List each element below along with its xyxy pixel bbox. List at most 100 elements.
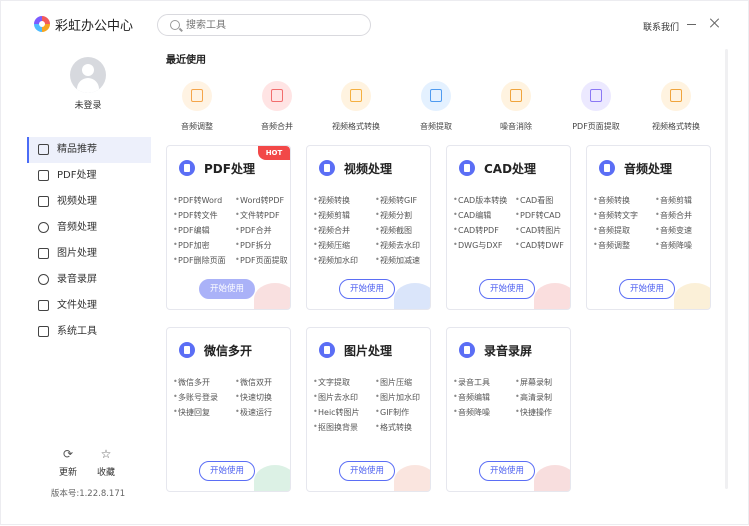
feature-item[interactable]: 视频合并 (313, 225, 350, 236)
feature-item[interactable]: 快捷回复 (173, 407, 210, 418)
recent-item[interactable]: 音频提取 (396, 81, 476, 132)
sidebar-item-video[interactable]: 视频处理 (27, 189, 151, 215)
feature-item[interactable]: 音频转文字 (593, 210, 638, 221)
recent-item[interactable]: PDF页面提取 (556, 81, 636, 132)
sidebar-item-record[interactable]: 录音录屏 (27, 267, 151, 293)
feature-item[interactable]: Heic转图片 (313, 407, 360, 418)
feature-item[interactable]: PDF页面提取 (235, 255, 288, 266)
video-icon (319, 160, 335, 176)
sidebar-item-recommended[interactable]: 精品推荐 (27, 137, 151, 163)
feature-item[interactable]: PDF转文件 (173, 210, 218, 221)
feature-item[interactable]: 抠图换背景 (313, 422, 358, 433)
feature-item[interactable]: 视频截图 (375, 225, 412, 236)
feature-item[interactable]: CAD版本转换 (453, 195, 507, 206)
card-title: 图片处理 (344, 344, 393, 358)
tool-card[interactable]: CAD处理 CAD版本转换 CAD看图 CAD编辑 PDF转CAD CAD转PDF CAD转… (446, 145, 571, 310)
feature-item[interactable]: 高清录制 (515, 392, 552, 403)
tool-card[interactable]: 图片处理文字提取 图片压缩图片去水印 图片加水印 Heic转图片 GIF制作抠图换背景 格… (306, 327, 431, 492)
tool-card[interactable]: PDF处理HOT PDF转Word Word转PDF PDF转文件 文件转PDF PDF编… (166, 145, 291, 310)
feature-item[interactable]: 快捷操作 (515, 407, 552, 418)
feature-item[interactable]: 视频压缩 (313, 240, 350, 251)
feature-item[interactable]: 微信双开 (235, 377, 272, 388)
search-input[interactable] (186, 17, 356, 33)
start-button[interactable]: 开始使用 (199, 461, 255, 481)
feature-item[interactable]: CAD转图片 (515, 225, 561, 236)
feature-item[interactable]: 屏幕录制 (515, 377, 552, 388)
feature-item[interactable]: 文件转PDF (235, 210, 280, 221)
recent-item[interactable]: 音频调整 (157, 81, 237, 132)
start-button[interactable]: 开始使用 (479, 279, 535, 299)
sidebar-item-system[interactable]: 系统工具 (27, 319, 151, 345)
feature-item[interactable]: PDF删除页面 (173, 255, 226, 266)
feature-item[interactable]: CAD转PDF (453, 225, 499, 236)
feature-item[interactable]: 音频合并 (655, 210, 692, 221)
tool-card[interactable]: 音频处理音频转换 音频剪辑音频转文字 音频合并音频提取 音频变速音频调整 音频降噪开始使… (586, 145, 711, 310)
sidebar-item-audio[interactable]: 音频处理 (27, 215, 151, 241)
feature-item[interactable]: 音频变速 (655, 225, 692, 236)
feature-item[interactable]: 音频调整 (593, 240, 630, 251)
close-icon[interactable] (709, 17, 721, 29)
feature-item[interactable]: 图片加水印 (375, 392, 420, 403)
feature-item[interactable]: PDF拆分 (235, 240, 272, 251)
favorite-button[interactable]: ☆ 收藏 (91, 447, 121, 478)
feature-item[interactable]: PDF转CAD (515, 210, 561, 221)
recent-item[interactable]: 噪音消除 (476, 81, 556, 132)
feature-item[interactable]: 视频分割 (375, 210, 412, 221)
title-bar: 彩虹办公中心 联系我们 (1, 1, 748, 47)
feature-item[interactable]: 音频编辑 (453, 392, 490, 403)
search-box[interactable] (157, 14, 371, 36)
feature-item[interactable]: PDF加密 (173, 240, 210, 251)
feature-item[interactable]: GIF制作 (375, 407, 409, 418)
tool-card[interactable]: 视频处理视频转换 视频转GIF 视频剪辑 视频分割视频合并 视频截图视频压缩 视频去水印视… (306, 145, 431, 310)
feature-item[interactable]: 视频加水印 (313, 255, 358, 266)
feature-item[interactable]: CAD看图 (515, 195, 553, 206)
login-status[interactable]: 未登录 (1, 98, 175, 111)
feature-item[interactable]: DWG与DXF (453, 240, 503, 251)
feature-item[interactable]: PDF转Word (173, 195, 222, 206)
minimize-button[interactable] (687, 24, 696, 25)
feature-item[interactable]: CAD转DWF (515, 240, 564, 251)
feature-item[interactable]: 视频转GIF (375, 195, 417, 206)
sidebar-item-file[interactable]: 文件处理 (27, 293, 151, 319)
feature-item[interactable]: CAD编辑 (453, 210, 491, 221)
feature-item[interactable]: 录音工具 (453, 377, 490, 388)
feature-item[interactable]: 视频剪辑 (313, 210, 350, 221)
feature-item[interactable]: 微信多开 (173, 377, 210, 388)
feature-item[interactable]: PDF合并 (235, 225, 272, 236)
feature-item[interactable]: 快速切换 (235, 392, 272, 403)
start-button[interactable]: 开始使用 (339, 461, 395, 481)
start-button[interactable]: 开始使用 (479, 461, 535, 481)
recent-item-label: 视频格式转换 (652, 122, 700, 131)
sidebar-item-image[interactable]: 图片处理 (27, 241, 151, 267)
update-button[interactable]: ⟳ 更新 (53, 447, 83, 478)
sidebar-item-pdf[interactable]: PDF处理 (27, 163, 151, 189)
feature-item[interactable]: 图片压缩 (375, 377, 412, 388)
feature-item[interactable]: 视频转换 (313, 195, 350, 206)
feature-item[interactable]: 视频加减速 (375, 255, 420, 266)
start-button[interactable]: 开始使用 (619, 279, 675, 299)
scrollbar[interactable] (725, 49, 728, 489)
recent-item[interactable]: 视频格式转换 (636, 81, 716, 132)
feature-item[interactable]: Word转PDF (235, 195, 284, 206)
feature-item[interactable]: 音频剪辑 (655, 195, 692, 206)
card-title: 视频处理 (344, 162, 393, 176)
feature-item[interactable]: 文字提取 (313, 377, 350, 388)
feature-item[interactable]: 音频转换 (593, 195, 630, 206)
tool-card[interactable]: 微信多开微信多开微信双开多账号登录快速切换快捷回复极速运行开始使用 (166, 327, 291, 492)
feature-item[interactable]: 音频降噪 (655, 240, 692, 251)
feature-item[interactable]: 图片去水印 (313, 392, 358, 403)
feature-item[interactable]: 格式转换 (375, 422, 412, 433)
feature-item[interactable]: 音频降噪 (453, 407, 490, 418)
recent-item[interactable]: 视频格式转换 (316, 81, 396, 132)
feature-item[interactable]: 多账号登录 (173, 392, 218, 403)
start-button[interactable]: 开始使用 (199, 279, 255, 299)
recent-item[interactable]: 音频合并 (237, 81, 317, 132)
start-button[interactable]: 开始使用 (339, 279, 395, 299)
tool-card[interactable]: 录音录屏录音工具 屏幕录制音频编辑 高清录制音频降噪 快捷操作开始使用 (446, 327, 571, 492)
feature-item[interactable]: PDF编辑 (173, 225, 210, 236)
feature-item[interactable]: 极速运行 (235, 407, 272, 418)
feature-item[interactable]: 视频去水印 (375, 240, 420, 251)
feature-item[interactable]: 音频提取 (593, 225, 630, 236)
avatar[interactable] (70, 57, 106, 93)
contact-us-link[interactable]: 联系我们 (643, 20, 679, 33)
